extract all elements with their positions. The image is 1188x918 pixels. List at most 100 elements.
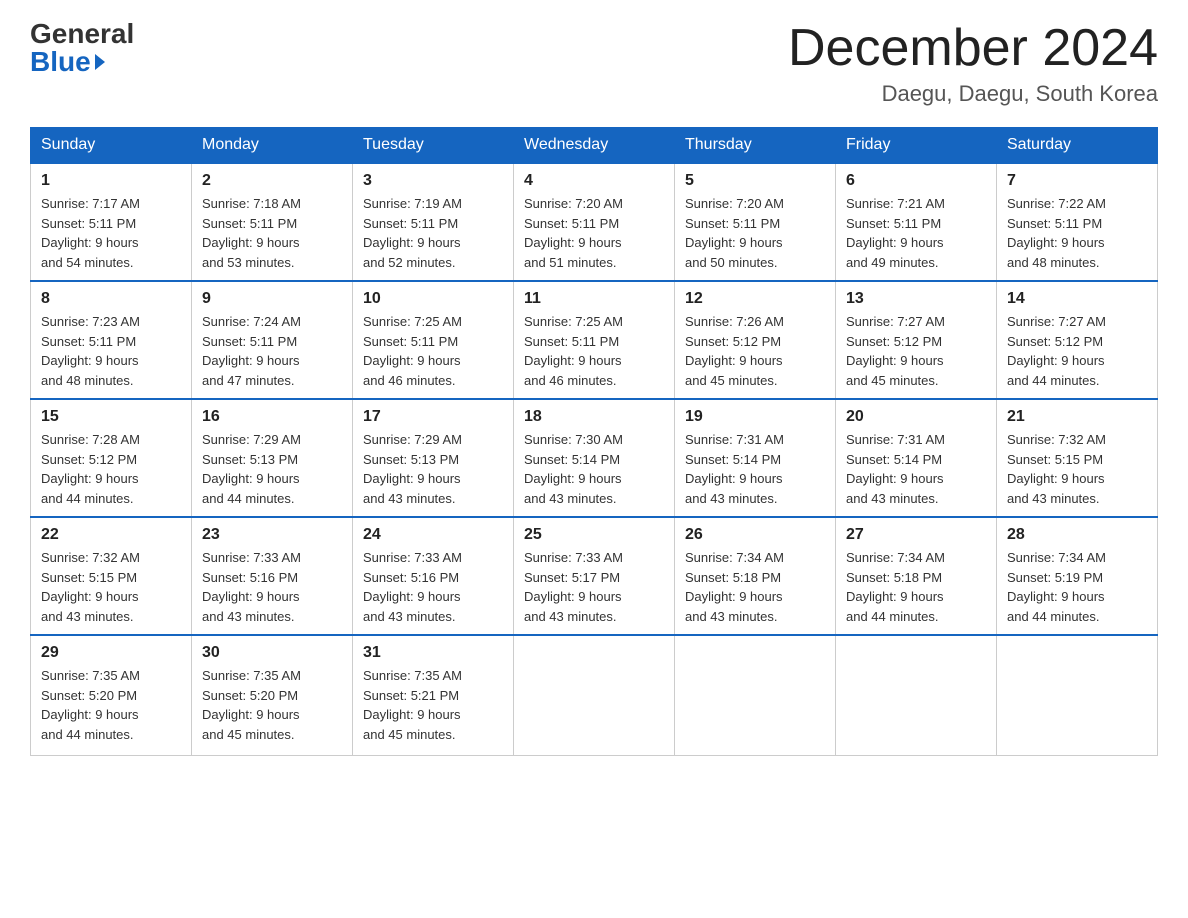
day-number: 11 (524, 290, 664, 308)
day-number: 18 (524, 408, 664, 426)
table-row: 29 Sunrise: 7:35 AMSunset: 5:20 PMDaylig… (31, 635, 192, 755)
col-sunday: Sunday (31, 128, 192, 164)
day-info: Sunrise: 7:19 AMSunset: 5:11 PMDaylight:… (363, 196, 462, 270)
table-row: 20 Sunrise: 7:31 AMSunset: 5:14 PMDaylig… (836, 399, 997, 517)
day-info: Sunrise: 7:29 AMSunset: 5:13 PMDaylight:… (363, 432, 462, 506)
title-section: December 2024 Daegu, Daegu, South Korea (788, 20, 1158, 107)
table-row (675, 635, 836, 755)
calendar-week-row: 22 Sunrise: 7:32 AMSunset: 5:15 PMDaylig… (31, 517, 1158, 635)
table-row (997, 635, 1158, 755)
day-number: 1 (41, 172, 181, 190)
day-info: Sunrise: 7:20 AMSunset: 5:11 PMDaylight:… (524, 196, 623, 270)
month-title: December 2024 (788, 20, 1158, 77)
day-number: 30 (202, 644, 342, 662)
col-saturday: Saturday (997, 128, 1158, 164)
day-number: 8 (41, 290, 181, 308)
day-number: 29 (41, 644, 181, 662)
table-row: 10 Sunrise: 7:25 AMSunset: 5:11 PMDaylig… (353, 281, 514, 399)
day-number: 19 (685, 408, 825, 426)
day-info: Sunrise: 7:17 AMSunset: 5:11 PMDaylight:… (41, 196, 140, 270)
day-number: 4 (524, 172, 664, 190)
table-row: 24 Sunrise: 7:33 AMSunset: 5:16 PMDaylig… (353, 517, 514, 635)
col-tuesday: Tuesday (353, 128, 514, 164)
day-number: 28 (1007, 526, 1147, 544)
logo-arrow-icon (95, 54, 105, 70)
day-info: Sunrise: 7:27 AMSunset: 5:12 PMDaylight:… (846, 314, 945, 388)
calendar-table: Sunday Monday Tuesday Wednesday Thursday… (30, 127, 1158, 756)
calendar-week-row: 8 Sunrise: 7:23 AMSunset: 5:11 PMDayligh… (31, 281, 1158, 399)
table-row: 28 Sunrise: 7:34 AMSunset: 5:19 PMDaylig… (997, 517, 1158, 635)
day-number: 13 (846, 290, 986, 308)
table-row: 30 Sunrise: 7:35 AMSunset: 5:20 PMDaylig… (192, 635, 353, 755)
table-row: 19 Sunrise: 7:31 AMSunset: 5:14 PMDaylig… (675, 399, 836, 517)
table-row: 22 Sunrise: 7:32 AMSunset: 5:15 PMDaylig… (31, 517, 192, 635)
logo-general-text: General (30, 20, 134, 48)
logo-blue-text: Blue (30, 48, 105, 76)
table-row: 2 Sunrise: 7:18 AMSunset: 5:11 PMDayligh… (192, 163, 353, 281)
col-wednesday: Wednesday (514, 128, 675, 164)
table-row: 31 Sunrise: 7:35 AMSunset: 5:21 PMDaylig… (353, 635, 514, 755)
table-row: 18 Sunrise: 7:30 AMSunset: 5:14 PMDaylig… (514, 399, 675, 517)
table-row: 13 Sunrise: 7:27 AMSunset: 5:12 PMDaylig… (836, 281, 997, 399)
day-number: 2 (202, 172, 342, 190)
table-row: 1 Sunrise: 7:17 AMSunset: 5:11 PMDayligh… (31, 163, 192, 281)
day-info: Sunrise: 7:33 AMSunset: 5:17 PMDaylight:… (524, 550, 623, 624)
table-row: 3 Sunrise: 7:19 AMSunset: 5:11 PMDayligh… (353, 163, 514, 281)
day-info: Sunrise: 7:33 AMSunset: 5:16 PMDaylight:… (202, 550, 301, 624)
day-info: Sunrise: 7:18 AMSunset: 5:11 PMDaylight:… (202, 196, 301, 270)
table-row: 21 Sunrise: 7:32 AMSunset: 5:15 PMDaylig… (997, 399, 1158, 517)
calendar-week-row: 29 Sunrise: 7:35 AMSunset: 5:20 PMDaylig… (31, 635, 1158, 755)
day-info: Sunrise: 7:31 AMSunset: 5:14 PMDaylight:… (846, 432, 945, 506)
day-info: Sunrise: 7:25 AMSunset: 5:11 PMDaylight:… (363, 314, 462, 388)
location-label: Daegu, Daegu, South Korea (788, 81, 1158, 107)
day-info: Sunrise: 7:25 AMSunset: 5:11 PMDaylight:… (524, 314, 623, 388)
day-number: 3 (363, 172, 503, 190)
table-row: 5 Sunrise: 7:20 AMSunset: 5:11 PMDayligh… (675, 163, 836, 281)
table-row: 4 Sunrise: 7:20 AMSunset: 5:11 PMDayligh… (514, 163, 675, 281)
day-number: 5 (685, 172, 825, 190)
day-info: Sunrise: 7:35 AMSunset: 5:20 PMDaylight:… (202, 668, 301, 742)
day-info: Sunrise: 7:28 AMSunset: 5:12 PMDaylight:… (41, 432, 140, 506)
col-thursday: Thursday (675, 128, 836, 164)
col-friday: Friday (836, 128, 997, 164)
day-info: Sunrise: 7:31 AMSunset: 5:14 PMDaylight:… (685, 432, 784, 506)
day-info: Sunrise: 7:30 AMSunset: 5:14 PMDaylight:… (524, 432, 623, 506)
day-info: Sunrise: 7:22 AMSunset: 5:11 PMDaylight:… (1007, 196, 1106, 270)
table-row: 14 Sunrise: 7:27 AMSunset: 5:12 PMDaylig… (997, 281, 1158, 399)
table-row: 12 Sunrise: 7:26 AMSunset: 5:12 PMDaylig… (675, 281, 836, 399)
day-info: Sunrise: 7:27 AMSunset: 5:12 PMDaylight:… (1007, 314, 1106, 388)
table-row: 8 Sunrise: 7:23 AMSunset: 5:11 PMDayligh… (31, 281, 192, 399)
day-info: Sunrise: 7:34 AMSunset: 5:19 PMDaylight:… (1007, 550, 1106, 624)
day-info: Sunrise: 7:20 AMSunset: 5:11 PMDaylight:… (685, 196, 784, 270)
day-info: Sunrise: 7:21 AMSunset: 5:11 PMDaylight:… (846, 196, 945, 270)
day-number: 25 (524, 526, 664, 544)
table-row: 15 Sunrise: 7:28 AMSunset: 5:12 PMDaylig… (31, 399, 192, 517)
table-row: 17 Sunrise: 7:29 AMSunset: 5:13 PMDaylig… (353, 399, 514, 517)
page-header: General Blue December 2024 Daegu, Daegu,… (30, 20, 1158, 107)
table-row: 11 Sunrise: 7:25 AMSunset: 5:11 PMDaylig… (514, 281, 675, 399)
day-info: Sunrise: 7:24 AMSunset: 5:11 PMDaylight:… (202, 314, 301, 388)
day-number: 21 (1007, 408, 1147, 426)
header-row: Sunday Monday Tuesday Wednesday Thursday… (31, 128, 1158, 164)
day-info: Sunrise: 7:29 AMSunset: 5:13 PMDaylight:… (202, 432, 301, 506)
day-number: 7 (1007, 172, 1147, 190)
day-number: 27 (846, 526, 986, 544)
day-info: Sunrise: 7:33 AMSunset: 5:16 PMDaylight:… (363, 550, 462, 624)
table-row: 7 Sunrise: 7:22 AMSunset: 5:11 PMDayligh… (997, 163, 1158, 281)
day-info: Sunrise: 7:23 AMSunset: 5:11 PMDaylight:… (41, 314, 140, 388)
table-row (836, 635, 997, 755)
day-number: 17 (363, 408, 503, 426)
day-info: Sunrise: 7:34 AMSunset: 5:18 PMDaylight:… (846, 550, 945, 624)
calendar-week-row: 15 Sunrise: 7:28 AMSunset: 5:12 PMDaylig… (31, 399, 1158, 517)
day-number: 10 (363, 290, 503, 308)
day-number: 6 (846, 172, 986, 190)
day-number: 12 (685, 290, 825, 308)
day-number: 26 (685, 526, 825, 544)
day-number: 20 (846, 408, 986, 426)
day-info: Sunrise: 7:34 AMSunset: 5:18 PMDaylight:… (685, 550, 784, 624)
table-row: 25 Sunrise: 7:33 AMSunset: 5:17 PMDaylig… (514, 517, 675, 635)
day-info: Sunrise: 7:35 AMSunset: 5:21 PMDaylight:… (363, 668, 462, 742)
day-number: 23 (202, 526, 342, 544)
logo: General Blue (30, 20, 134, 76)
day-number: 16 (202, 408, 342, 426)
